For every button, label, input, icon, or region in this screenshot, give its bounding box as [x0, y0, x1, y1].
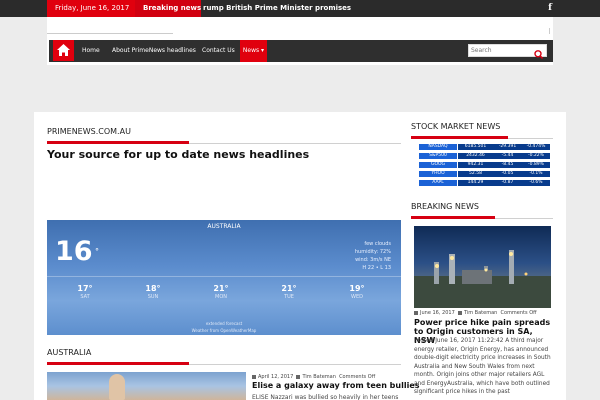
- stock-percent: -0.22%: [528, 153, 544, 158]
- current-date: Friday, June 16, 2017: [47, 0, 135, 17]
- breaking-article-author[interactable]: Tim Bateman: [464, 310, 497, 316]
- weather-conditions: few clouds: [364, 241, 391, 247]
- stock-row[interactable]: AAPL 144.29 -0.87 -0.6%: [417, 180, 550, 186]
- search-button[interactable]: [532, 45, 546, 60]
- stock-percent: -0.474%: [526, 144, 546, 149]
- forecast-day: 18° SUN: [133, 284, 173, 301]
- user-icon: [457, 310, 462, 315]
- breaking-article-date: June 16, 2017: [420, 310, 455, 316]
- stock-section-title: STOCK MARKET NEWS: [411, 122, 501, 131]
- stock-row[interactable]: YHOO 52.58 -0.05 -0.1%: [417, 171, 550, 177]
- forecast-day: 17° SAT: [65, 284, 105, 301]
- stock-accent: [411, 136, 508, 139]
- forecast-day-name: TUE: [284, 294, 294, 300]
- stock-change: -8.45: [501, 162, 514, 167]
- clock-icon: [414, 310, 418, 315]
- breaking-news-ticker[interactable]: rump British Prime Minister promises ful…: [203, 0, 353, 17]
- forecast-temp: 18°: [145, 284, 161, 293]
- home-icon: [57, 44, 70, 56]
- stock-price: 942.31: [467, 162, 484, 167]
- stock-symbol: YHOO: [431, 171, 445, 176]
- stock-row[interactable]: NASDAQ 6185.501 -29.391 -0.474%: [417, 144, 550, 150]
- stock-price: 2432.46: [466, 153, 485, 158]
- article-comments: Comments Off: [339, 374, 376, 380]
- stock-price: 6185.501: [464, 144, 487, 149]
- breaking-article-meta: June 16, 2017 Tim Bateman Comments Off: [414, 310, 537, 316]
- stock-change: -0.87: [501, 180, 514, 185]
- stock-symbol: S&P500: [429, 153, 447, 158]
- article-meta: April 12, 2017 Tim Bateman Comments Off: [252, 374, 375, 380]
- extended-forecast-link[interactable]: extended forecast: [47, 321, 401, 326]
- user-icon: [296, 374, 301, 379]
- home-button[interactable]: [53, 40, 74, 61]
- forecast-day-name: SUN: [147, 294, 159, 300]
- site-title-accent: [47, 141, 189, 144]
- australia-section-title[interactable]: AUSTRALIA: [47, 348, 91, 357]
- article-headline[interactable]: Elise a galaxy away from teen bullies: [252, 381, 420, 390]
- forecast-temp: 17°: [77, 284, 93, 293]
- search-box: [468, 44, 547, 60]
- breaking-news-label: Breaking news: [135, 0, 201, 17]
- weather-wind: wind: 3m/s NE: [355, 257, 391, 263]
- forecast-day: 21° MON: [201, 284, 241, 301]
- weather-hilo: H 22 • L 13: [362, 265, 391, 271]
- stock-row[interactable]: GOOG 942.31 -8.45 -0.89%: [417, 162, 550, 168]
- weather-humidity: humidity: 72%: [354, 249, 391, 255]
- nav-news-dropdown[interactable]: News ▾: [240, 40, 267, 62]
- forecast-day-name: MON: [215, 294, 227, 300]
- weather-degree: °: [95, 247, 99, 256]
- breaking-accent: [411, 216, 495, 219]
- forecast-day: 19° WED: [337, 284, 377, 301]
- search-input[interactable]: [471, 45, 531, 56]
- stock-change: -29.391: [498, 144, 517, 149]
- stock-change: -0.05: [501, 171, 514, 176]
- breaking-article-comments: Comments Off: [500, 310, 537, 316]
- stock-price: 52.58: [469, 171, 482, 176]
- nav-contact[interactable]: Contact Us: [202, 40, 235, 62]
- facebook-icon[interactable]: f: [545, 2, 555, 14]
- breaking-article-excerpt: Posted June 16, 2017 11:22:42 A third ma…: [414, 338, 551, 395]
- stock-percent: -0.89%: [528, 162, 544, 167]
- site-title[interactable]: PRIMENEWS.COM.AU: [47, 127, 131, 136]
- stock-symbol: GOOG: [430, 162, 446, 167]
- forecast-temp: 19°: [349, 284, 365, 293]
- stock-price: 144.29: [467, 180, 484, 185]
- weather-credit: Weather from OpenWeatherMap: [191, 328, 257, 333]
- australia-accent: [47, 362, 189, 365]
- nav-about[interactable]: About PrimeNews headlines: [112, 40, 196, 62]
- stock-symbol: AAPL: [432, 180, 444, 185]
- stock-row[interactable]: S&P500 2432.46 -5.44 -0.22%: [417, 153, 550, 159]
- stock-ticker-table: NASDAQ 6185.501 -29.391 -0.474% S&P500 2432.4…: [417, 143, 550, 188]
- article-thumbnail[interactable]: [47, 372, 246, 400]
- weather-widget: AUSTRALIA 16 ° few clouds humidity: 72% …: [47, 220, 401, 335]
- stock-change: -5.44: [501, 153, 514, 158]
- stock-percent: -0.1%: [529, 171, 543, 176]
- stock-percent: -0.6%: [529, 180, 543, 185]
- search-icon: [534, 50, 544, 60]
- stock-symbol: NASDAQ: [428, 144, 448, 149]
- article-date: April 12, 2017: [258, 374, 294, 380]
- forecast-temp: 21°: [281, 284, 297, 293]
- weather-location: AUSTRALIA: [207, 223, 241, 230]
- forecast-temp: 21°: [213, 284, 229, 293]
- breaking-article-image[interactable]: [414, 226, 551, 308]
- forecast-day-name: WED: [351, 294, 363, 300]
- forecast-day-name: SAT: [80, 294, 90, 300]
- nav-home[interactable]: Home: [82, 40, 102, 62]
- site-tagline: Your source for up to date news headline…: [47, 148, 310, 161]
- header-divider-end: [549, 28, 550, 34]
- header-divider: [47, 33, 173, 34]
- article-author[interactable]: Tim Bateman: [302, 374, 335, 380]
- article-excerpt: ELISE Nazzari was bullied so heavily in …: [252, 394, 399, 400]
- forecast-day: 21° TUE: [269, 284, 309, 301]
- breaking-section-title: BREAKING NEWS: [411, 202, 479, 211]
- clock-icon: [252, 374, 256, 379]
- power-station-illustration: [414, 250, 551, 308]
- weather-divider: [47, 276, 401, 277]
- article-image-figure: [109, 374, 125, 400]
